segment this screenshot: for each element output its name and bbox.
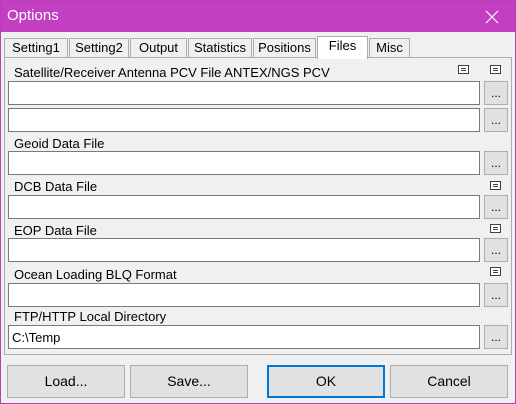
- browse-ocean-loading-button[interactable]: ...: [484, 283, 508, 307]
- file-view-icon[interactable]: [490, 267, 501, 276]
- browse-geoid-button[interactable]: ...: [484, 151, 508, 175]
- satellite-antenna-pcv-field[interactable]: [8, 81, 480, 105]
- tab-misc[interactable]: Misc: [369, 38, 410, 57]
- tab-statistics[interactable]: Statistics: [188, 38, 252, 57]
- file-view-icon[interactable]: [490, 181, 501, 190]
- file-view-icon[interactable]: [490, 65, 501, 74]
- ftp-directory-field[interactable]: [8, 325, 480, 349]
- tab-output[interactable]: Output: [130, 38, 187, 57]
- geoid-file-label: Geoid Data File: [14, 136, 105, 151]
- tab-positions[interactable]: Positions: [253, 38, 316, 57]
- close-icon: [485, 10, 499, 23]
- tab-files[interactable]: Files: [317, 36, 368, 59]
- dcb-file-field[interactable]: [8, 195, 480, 219]
- browse-dcb-button[interactable]: ...: [484, 195, 508, 219]
- eop-file-field[interactable]: [8, 238, 480, 262]
- receiver-antenna-pcv-field[interactable]: [8, 108, 480, 132]
- browse-eop-button[interactable]: ...: [484, 238, 508, 262]
- browse-satellite-antenna-button[interactable]: ...: [484, 81, 508, 105]
- tab-setting2[interactable]: Setting2: [69, 38, 129, 57]
- eop-file-label: EOP Data File: [14, 223, 97, 238]
- window-title: Options: [7, 7, 59, 24]
- ocean-loading-label: Ocean Loading BLQ Format: [14, 267, 177, 282]
- save-button[interactable]: Save...: [130, 365, 248, 398]
- options-dialog: Options Setting1 Setting2 Output Statist…: [0, 0, 516, 404]
- file-view-icon[interactable]: [458, 65, 469, 74]
- geoid-file-field[interactable]: [8, 151, 480, 175]
- browse-receiver-antenna-button[interactable]: ...: [484, 108, 508, 132]
- dcb-file-label: DCB Data File: [14, 179, 98, 194]
- close-button[interactable]: [469, 1, 515, 32]
- title-bar: Options: [1, 1, 515, 32]
- ocean-loading-field[interactable]: [8, 283, 480, 307]
- antenna-pcv-label: Satellite/Receiver Antenna PCV File ANTE…: [14, 65, 330, 80]
- ok-button[interactable]: OK: [267, 365, 385, 398]
- file-view-icon[interactable]: [490, 224, 501, 233]
- cancel-button[interactable]: Cancel: [390, 365, 508, 398]
- tab-setting1[interactable]: Setting1: [4, 38, 68, 57]
- load-button[interactable]: Load...: [7, 365, 125, 398]
- browse-ftp-directory-button[interactable]: ...: [484, 325, 508, 349]
- ftp-directory-label: FTP/HTTP Local Directory: [14, 309, 167, 324]
